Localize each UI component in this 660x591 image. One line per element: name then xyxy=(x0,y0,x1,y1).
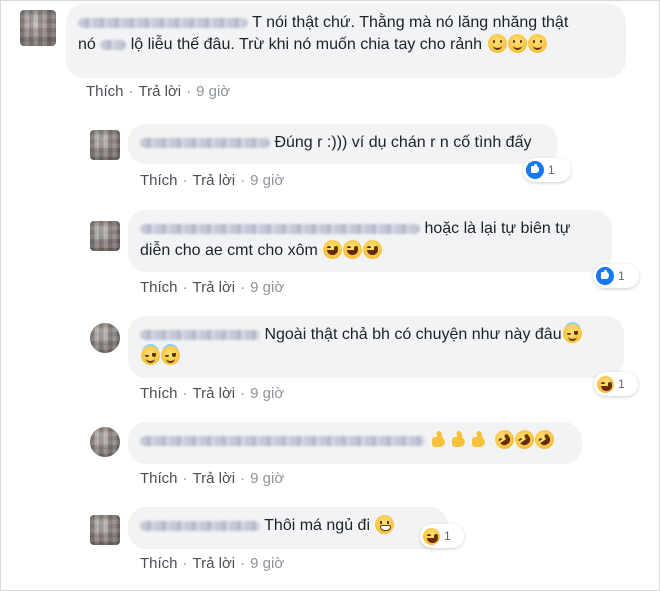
blurred-username[interactable] xyxy=(140,223,420,234)
laugh-icon xyxy=(323,240,343,259)
reply-link[interactable]: Trả lời xyxy=(139,83,182,100)
like-link[interactable]: Thích xyxy=(140,385,178,402)
like-link[interactable]: Thích xyxy=(140,172,178,189)
thumbs-up-icon xyxy=(470,430,489,449)
smile-icon xyxy=(507,34,527,53)
comment-bubble: Thôi má ngủ đi xyxy=(128,507,448,549)
smile-icon xyxy=(527,34,547,53)
reaction-count[interactable]: 1 xyxy=(523,158,571,182)
reaction-count[interactable]: 1 xyxy=(594,372,638,396)
reply-link[interactable]: Trả lời xyxy=(193,470,236,487)
halo-icon xyxy=(562,324,582,343)
halo-icon xyxy=(161,346,180,365)
comment-actions: Thích · Trả lời · 9 giờ xyxy=(140,385,285,402)
timestamp[interactable]: 9 giờ xyxy=(250,279,284,296)
comment-text: nó xyxy=(78,36,96,53)
blurred-username[interactable] xyxy=(140,435,425,446)
like-link[interactable]: Thích xyxy=(140,470,178,487)
laugh-icon xyxy=(597,375,614,393)
rofl-icon xyxy=(531,426,558,453)
like-link[interactable]: Thích xyxy=(86,83,124,100)
comment-text: T nói thật chứ. Thằng mà nó lăng nhăng t… xyxy=(252,14,569,31)
comment-text: diễn cho ae cmt cho xôm xyxy=(140,242,318,259)
laugh-icon xyxy=(363,240,383,259)
avatar[interactable] xyxy=(20,10,56,46)
comment-actions: Thích · Trả lời · 9 giờ xyxy=(140,279,285,296)
comment-bubble: Ngoài thật chả bh có chuyện như này đâu xyxy=(128,316,624,378)
avatar[interactable] xyxy=(90,323,120,353)
timestamp[interactable]: 9 giờ xyxy=(250,555,284,572)
comment-actions: Thích · Trả lời · 9 giờ xyxy=(86,83,231,100)
avatar[interactable] xyxy=(90,427,120,457)
reply-link[interactable]: Trả lời xyxy=(193,385,236,402)
blurred-text xyxy=(100,39,127,50)
smile-icon xyxy=(487,34,507,53)
blurred-username[interactable] xyxy=(78,17,248,28)
comment-actions: Thích · Trả lời · 9 giờ xyxy=(140,172,285,189)
like-link[interactable]: Thích xyxy=(140,279,178,296)
halo-icon xyxy=(141,346,160,365)
comment-bubble: hoặc là lại tự biên tự diễn cho ae cmt c… xyxy=(128,210,612,272)
comment-text: hoặc là lại tự biên tự xyxy=(424,220,571,237)
reply-link[interactable]: Trả lời xyxy=(193,172,236,189)
comment-text: Đúng r :))) ví dụ chán r n cố tình đấy xyxy=(274,134,532,151)
comment-bubble: Đúng r :))) ví dụ chán r n cố tình đấy xyxy=(128,124,558,164)
grin-icon xyxy=(375,515,395,534)
reaction-count[interactable]: 1 xyxy=(593,264,639,288)
reaction-count[interactable]: 1 xyxy=(420,524,464,548)
reply-link[interactable]: Trả lời xyxy=(193,279,236,296)
blurred-username[interactable] xyxy=(140,520,260,531)
comment-text: Thôi má ngủ đi xyxy=(264,517,370,534)
comment-bubble xyxy=(128,422,582,464)
timestamp[interactable]: 9 giờ xyxy=(196,83,230,100)
like-icon xyxy=(596,267,614,285)
timestamp[interactable]: 9 giờ xyxy=(250,385,284,402)
avatar[interactable] xyxy=(90,130,120,160)
like-icon xyxy=(526,161,544,179)
comment-text: lộ liễu thế đâu. Trừ khi nó muốn chia ta… xyxy=(130,36,483,53)
comment-bubble: T nói thật chứ. Thằng mà nó lăng nhăng t… xyxy=(66,4,626,78)
laugh-icon xyxy=(423,527,440,545)
blurred-username[interactable] xyxy=(140,329,260,340)
laugh-icon xyxy=(343,240,363,259)
comment-actions: Thích · Trả lời · 9 giờ xyxy=(140,555,285,572)
avatar[interactable] xyxy=(90,515,120,545)
thumbs-up-icon xyxy=(450,430,469,449)
blurred-username[interactable] xyxy=(140,137,270,148)
like-link[interactable]: Thích xyxy=(140,555,178,572)
timestamp[interactable]: 9 giờ xyxy=(250,470,284,487)
comment-text: Ngoài thật chả bh có chuyện như này đâu xyxy=(264,326,562,343)
avatar[interactable] xyxy=(90,221,120,251)
reply-link[interactable]: Trả lời xyxy=(193,555,236,572)
timestamp[interactable]: 9 giờ xyxy=(250,172,284,189)
comment-actions: Thích · Trả lời · 9 giờ xyxy=(140,470,285,487)
thumbs-up-icon xyxy=(430,430,449,449)
